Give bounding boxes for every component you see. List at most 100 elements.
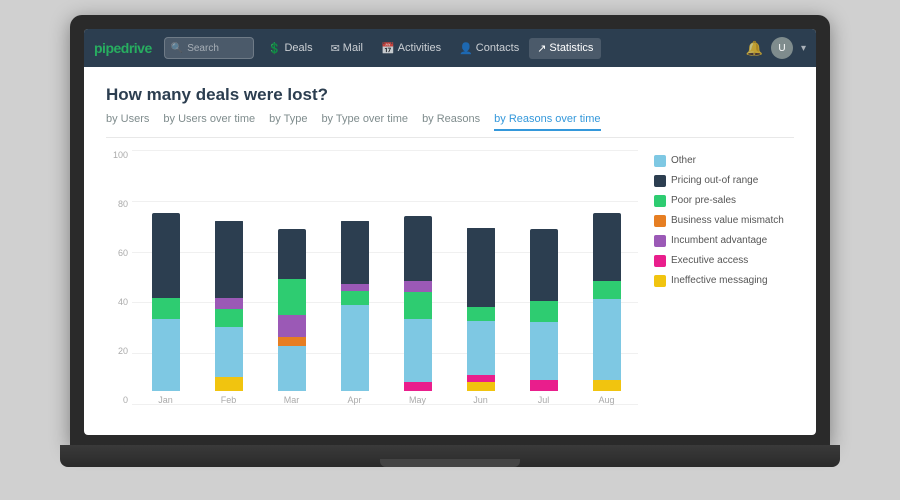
bar-segment-6-3: [530, 229, 558, 301]
legend-item-3: Business value mismatch: [654, 214, 794, 227]
legend-item-1: Pricing out-of range: [654, 174, 794, 187]
bar-segment-1-4: [215, 221, 243, 298]
contacts-icon: 👤: [459, 42, 473, 55]
chevron-down-icon: ▾: [801, 43, 806, 54]
legend-color-1: [654, 175, 666, 187]
y-label-100: 100: [106, 150, 132, 160]
tab-by-reasons-over-time[interactable]: by Reasons over time: [494, 113, 600, 131]
x-label-aug: Aug: [598, 395, 614, 405]
tab-by-type[interactable]: by Type: [269, 113, 307, 131]
legend-item-5: Executive access: [654, 254, 794, 267]
nav-statistics[interactable]: ↗ Statistics: [529, 38, 601, 59]
bar-segment-1-0: [215, 377, 243, 391]
chart-tabs: by Users by Users over time by Type by T…: [106, 113, 794, 138]
legend-text-0: Other: [671, 154, 696, 167]
nav-activities[interactable]: 📅 Activities: [373, 38, 449, 59]
bar-segment-2-1: [278, 337, 306, 346]
bar-column-jul: Jul: [516, 229, 571, 405]
bar-stack-jan: [152, 213, 180, 391]
bar-segment-1-2: [215, 309, 243, 327]
legend-color-4: [654, 235, 666, 247]
y-label-20: 20: [106, 346, 132, 356]
bar-column-jun: Jun: [453, 227, 508, 405]
bar-stack-mar: [278, 229, 306, 391]
bar-segment-7-2: [593, 281, 621, 299]
y-label-40: 40: [106, 297, 132, 307]
x-label-mar: Mar: [284, 395, 300, 405]
bar-segment-4-4: [404, 216, 432, 281]
y-label-0: 0: [106, 395, 132, 405]
legend-item-6: Ineffective messaging: [654, 274, 794, 287]
y-label-60: 60: [106, 248, 132, 258]
legend: Other Pricing out-of range Poor pre-sales B…: [654, 150, 794, 425]
nav-mail-label: Mail: [343, 42, 363, 54]
bar-column-apr: Apr: [327, 220, 382, 405]
bars-group: Jan Feb Mar Apr May JunJul Aug: [134, 213, 638, 405]
navbar: pipedrive 🔍 Search 💲 Deals ✉ Mail: [84, 29, 816, 67]
x-label-feb: Feb: [221, 395, 237, 405]
bar-column-feb: Feb: [201, 220, 256, 405]
tab-by-reasons[interactable]: by Reasons: [422, 113, 480, 131]
bar-segment-0-1: [152, 298, 180, 320]
tab-by-users-over-time[interactable]: by Users over time: [163, 113, 255, 131]
bar-stack-apr: [341, 220, 369, 391]
bar-segment-3-1: [341, 291, 369, 305]
tab-by-type-over-time[interactable]: by Type over time: [321, 113, 408, 131]
bar-segment-6-0: [530, 380, 558, 391]
x-label-apr: Apr: [347, 395, 361, 405]
deals-icon: 💲: [268, 42, 282, 55]
bar-segment-4-0: [404, 382, 432, 391]
search-bar[interactable]: 🔍 Search: [164, 37, 254, 59]
chart-area: 0 20 40 60 80 100: [106, 150, 794, 425]
avatar[interactable]: U: [771, 37, 793, 59]
legend-text-3: Business value mismatch: [671, 214, 784, 227]
legend-color-6: [654, 275, 666, 287]
screen-bezel: pipedrive 🔍 Search 💲 Deals ✉ Mail: [70, 15, 830, 445]
laptop-container: pipedrive 🔍 Search 💲 Deals ✉ Mail: [60, 15, 840, 485]
bar-segment-1-1: [215, 327, 243, 377]
mail-icon: ✉: [331, 42, 340, 55]
legend-text-4: Incumbent advantage: [671, 234, 767, 247]
bar-segment-2-4: [278, 229, 306, 279]
search-placeholder: Search: [187, 43, 219, 54]
bar-column-aug: Aug: [579, 213, 634, 405]
nav-right: 🔔 U ▾: [746, 37, 806, 59]
bell-icon[interactable]: 🔔: [746, 40, 763, 57]
bar-segment-4-3: [404, 281, 432, 292]
legend-item-0: Other: [654, 154, 794, 167]
bar-segment-5-1: [467, 375, 495, 382]
bar-segment-3-3: [341, 221, 369, 284]
bar-segment-5-4: [467, 228, 495, 307]
nav-deals[interactable]: 💲 Deals: [260, 38, 321, 59]
nav-activities-label: Activities: [398, 42, 441, 54]
bar-stack-may: [404, 216, 432, 391]
bar-stack-feb: [215, 220, 243, 391]
legend-item-2: Poor pre-sales: [654, 194, 794, 207]
nav-contacts-label: Contacts: [476, 42, 519, 54]
legend-text-6: Ineffective messaging: [671, 274, 768, 287]
bar-segment-2-3: [278, 279, 306, 315]
legend-color-2: [654, 195, 666, 207]
bar-column-jan: Jan: [138, 213, 193, 405]
legend-item-4: Incumbent advantage: [654, 234, 794, 247]
bar-segment-0-2: [152, 213, 180, 298]
chart-title: How many deals were lost?: [106, 85, 794, 105]
bar-segment-7-0: [593, 380, 621, 391]
bar-segment-5-3: [467, 307, 495, 321]
bar-segment-5-2: [467, 321, 495, 375]
chart-inner: 0 20 40 60 80 100: [106, 150, 638, 425]
x-label-jan: Jan: [158, 395, 173, 405]
activities-icon: 📅: [381, 42, 395, 55]
legend-text-5: Executive access: [671, 254, 748, 267]
x-label-may: May: [409, 395, 426, 405]
nav-items: 💲 Deals ✉ Mail 📅 Activities 👤 Contacts: [260, 38, 740, 59]
legend-color-3: [654, 215, 666, 227]
statistics-icon: ↗: [537, 42, 546, 55]
legend-text-1: Pricing out-of range: [671, 174, 758, 187]
tab-by-users[interactable]: by Users: [106, 113, 149, 131]
legend-color-5: [654, 255, 666, 267]
bar-segment-1-3: [215, 298, 243, 309]
nav-mail[interactable]: ✉ Mail: [323, 38, 371, 59]
nav-contacts[interactable]: 👤 Contacts: [451, 38, 527, 59]
y-axis: 0 20 40 60 80 100: [106, 150, 132, 405]
